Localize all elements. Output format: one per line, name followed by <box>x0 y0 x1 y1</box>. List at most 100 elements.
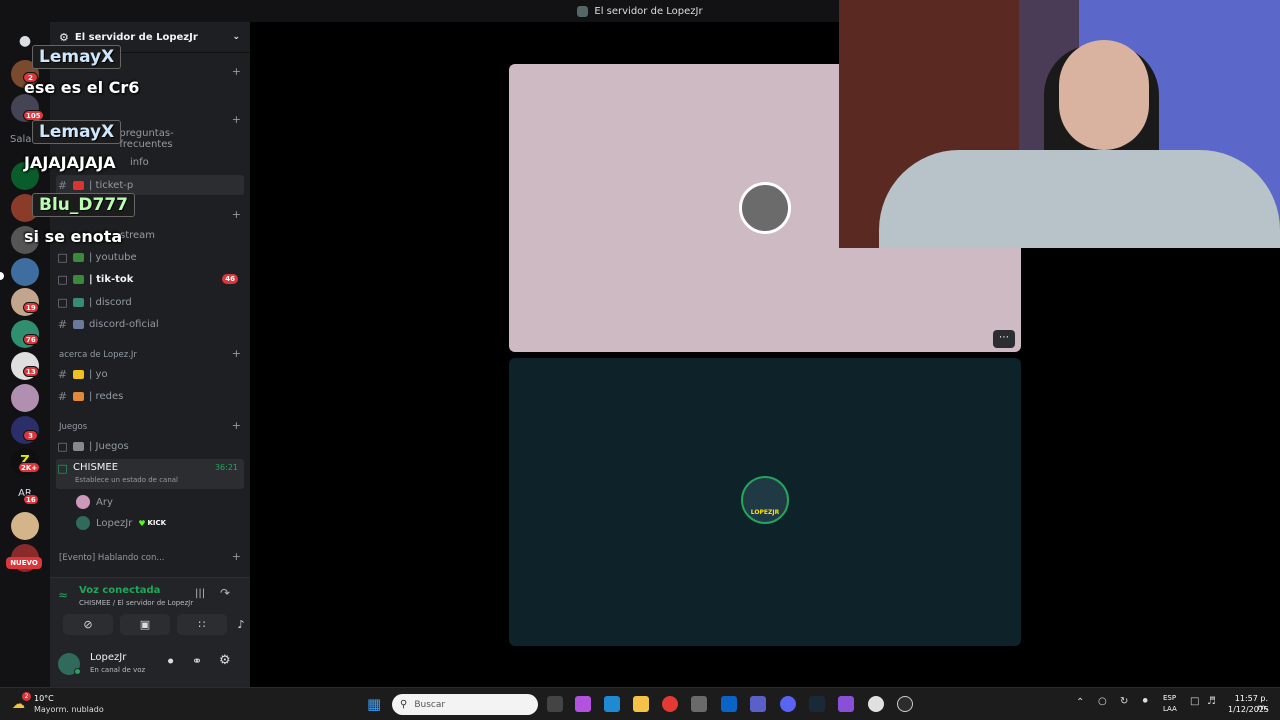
speaker-icon: □ <box>57 272 68 286</box>
store-icon[interactable] <box>691 696 707 712</box>
network-icon[interactable]: ○ <box>1098 696 1107 707</box>
truck-icon <box>73 319 84 329</box>
add-channel-icon[interactable]: + <box>232 348 241 360</box>
channel-status[interactable]: Establece un estado de canal <box>75 476 178 484</box>
channel-item[interactable]: □ | youtube <box>56 247 244 267</box>
chrome-icon[interactable] <box>662 696 678 712</box>
channel-label: | discord <box>89 296 132 308</box>
server-icon-13[interactable] <box>11 512 39 540</box>
voice-user-name: LopezJr <box>96 517 133 529</box>
channel-item[interactable]: # | yo <box>56 364 244 384</box>
smile-icon <box>73 369 84 379</box>
avatar <box>739 182 791 234</box>
cactus-icon <box>73 252 84 262</box>
teams-icon[interactable] <box>750 696 766 712</box>
obs-icon[interactable] <box>868 696 884 712</box>
chevron-down-icon[interactable]: ⌄ <box>232 32 240 42</box>
weather-desc[interactable]: Mayorm. nublado <box>34 705 104 714</box>
add-channel-icon[interactable]: + <box>232 114 241 125</box>
screen-share-button[interactable]: ▣ <box>120 614 170 635</box>
search-placeholder: Buscar <box>414 699 446 710</box>
user-name[interactable]: LopezJr <box>90 652 126 663</box>
channel-label: | ticket-p <box>89 179 134 191</box>
task-view-icon[interactable] <box>547 696 563 712</box>
gear-icon[interactable]: ⚙ <box>219 653 231 668</box>
soundboard-icon: ♪ <box>237 618 245 631</box>
server-icon-6[interactable] <box>11 258 39 286</box>
windows-taskbar: ☁ 2 10°C Mayorm. nublado ▦ ⚲ Buscar ⌃ ○ … <box>0 687 1280 720</box>
webcam-overlay <box>839 0 1280 248</box>
weather-temp[interactable]: 10°C <box>34 694 54 703</box>
signal-icon: ≈ <box>58 588 69 602</box>
channel-label: CHISMEE <box>73 462 119 473</box>
media-icon[interactable] <box>897 696 913 712</box>
clock-date[interactable]: 1/12/2025 <box>1228 705 1269 714</box>
server-badge: 3 <box>23 430 38 441</box>
more-options-button[interactable]: ⋯ <box>993 330 1015 348</box>
server-badge: 16 <box>23 494 39 505</box>
speaker-icon: □ <box>57 462 68 475</box>
discord-icon[interactable] <box>780 696 796 712</box>
copilot-icon[interactable] <box>575 696 591 712</box>
sound-wave-icon[interactable]: ||| <box>195 588 205 599</box>
chevron-up-icon[interactable]: ⌃ <box>1076 697 1084 708</box>
avatar: LOPEZJR <box>741 476 789 524</box>
disconnect-icon[interactable]: ↷ <box>220 586 230 600</box>
category-header[interactable]: [Evento] Hablando con... + <box>59 551 241 563</box>
add-channel-icon[interactable]: + <box>232 551 241 563</box>
mention-badge: 46 <box>222 274 238 284</box>
voice-user[interactable]: Ary <box>76 492 264 512</box>
channel-item[interactable]: □ | discord <box>56 292 244 312</box>
windows-start-icon[interactable]: ▦ <box>367 696 383 712</box>
burger-icon <box>73 391 84 401</box>
speaker-icon: □ <box>57 295 68 309</box>
chat-message: ese es el Cr6 <box>24 78 140 97</box>
microphone-icon[interactable]: ⚫ <box>166 655 175 668</box>
channel-item[interactable]: # discord-oficial <box>56 314 244 334</box>
voice-status[interactable]: Voz conectada <box>79 585 160 596</box>
channel-item-active[interactable]: □ CHISMEE 36:21 Establece un estado de c… <box>56 459 244 489</box>
user-status: En canal de voz <box>90 666 146 674</box>
steam-icon[interactable] <box>809 696 825 712</box>
add-channel-icon[interactable]: + <box>232 66 241 77</box>
activities-button[interactable]: ∷ <box>177 614 227 635</box>
channel-item[interactable]: # | redes <box>56 386 244 406</box>
display-icon[interactable]: □ <box>1190 696 1199 707</box>
language-layout[interactable]: LAA <box>1163 705 1177 713</box>
server-name: El servidor de LopezJr <box>74 31 198 43</box>
microphone-icon[interactable]: ⚫ <box>1141 696 1149 707</box>
language-code[interactable]: ESP <box>1163 694 1176 702</box>
edge-icon[interactable] <box>604 696 620 712</box>
category-header[interactable]: Juegos + <box>59 420 241 432</box>
avatar <box>76 495 90 509</box>
channel-label: | yo <box>89 368 108 380</box>
volume-icon[interactable]: ♬ <box>1207 696 1216 707</box>
category-header[interactable]: + <box>59 66 241 77</box>
window-title: El servidor de LopezJr <box>594 5 703 17</box>
headphones-icon[interactable]: ⚭ <box>192 654 202 668</box>
file-explorer-icon[interactable] <box>633 696 649 712</box>
category-label: Sala <box>10 133 32 145</box>
channel-item[interactable]: □ | Juegos <box>56 436 244 456</box>
category-header[interactable]: acerca de Lopez.Jr + <box>59 348 241 360</box>
ticket-icon <box>73 180 84 190</box>
participant-tile[interactable]: LOPEZJR <box>509 358 1021 646</box>
chat-message: si se enota <box>24 227 123 246</box>
soundboard-button[interactable]: ♪ <box>234 614 248 635</box>
voice-user[interactable]: LopezJr ♥ KICK <box>76 513 264 533</box>
channel-label: stream <box>120 229 156 241</box>
channel-item[interactable]: □ | tik-tok 46 <box>56 269 244 289</box>
add-channel-icon[interactable]: + <box>232 209 241 220</box>
voice-location[interactable]: CHISMEE / El servidor de LopezJr <box>79 599 193 607</box>
channel-label: | youtube <box>89 251 137 263</box>
unread-indicator <box>0 272 4 280</box>
sync-icon[interactable]: ↻ <box>1120 696 1128 707</box>
search-box[interactable]: ⚲ Buscar <box>392 694 538 715</box>
server-icon-10[interactable] <box>11 384 39 412</box>
camera-off-button[interactable]: ⊘ <box>63 614 113 635</box>
outlook-icon[interactable] <box>721 696 737 712</box>
channel-label: | Juegos <box>89 440 129 452</box>
add-channel-icon[interactable]: + <box>232 420 241 432</box>
channel-item[interactable]: # | ticket-p <box>56 175 244 195</box>
app-icon[interactable] <box>838 696 854 712</box>
